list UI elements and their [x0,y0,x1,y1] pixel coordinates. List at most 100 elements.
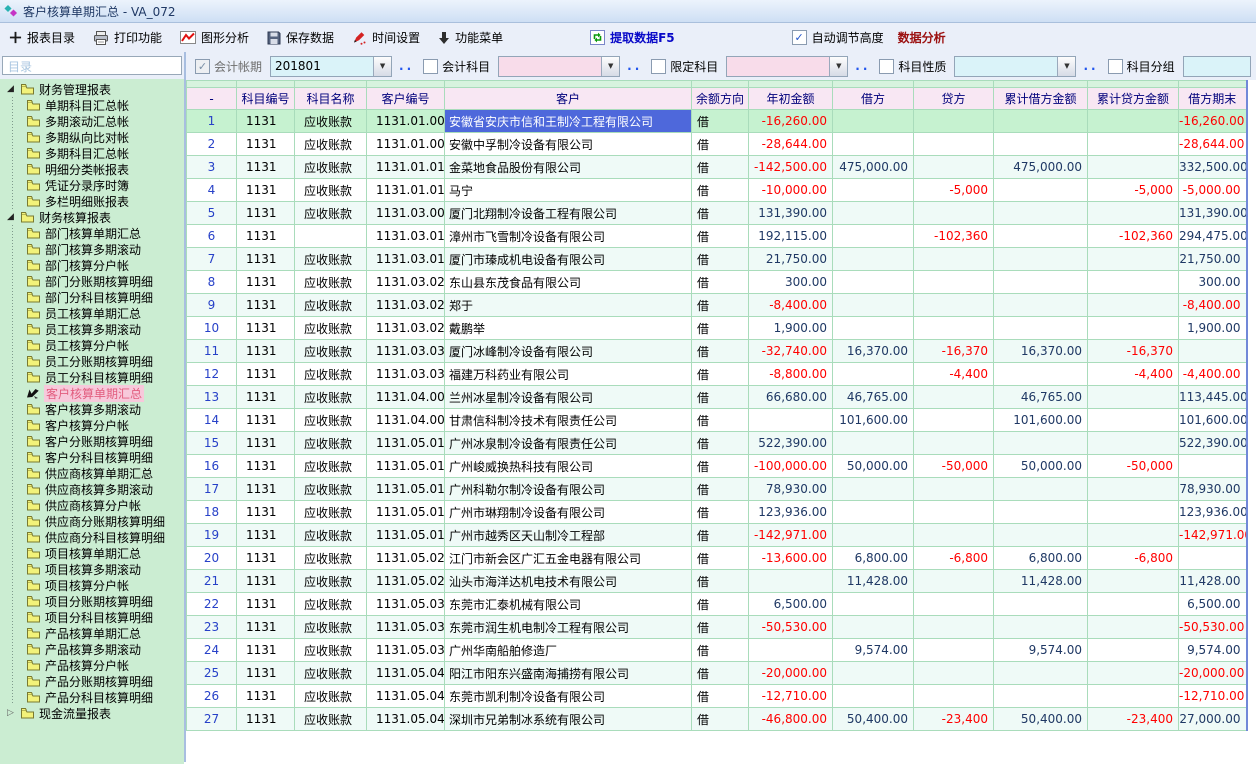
subject-code[interactable]: 1131 [237,547,295,570]
credit[interactable]: -4,400 [914,363,994,386]
cumulative-debit[interactable]: 11,428.00 [994,570,1088,593]
toolbar-button-3[interactable]: 图形分析 [180,29,249,46]
customer-name[interactable]: 深圳市兄弟制冰系统有限公司 [445,708,692,731]
credit[interactable] [914,110,994,133]
balance-direction[interactable]: 借 [692,340,749,363]
tree-item-客户分科目核算明细[interactable]: 客户分科目核算明细 [0,449,184,465]
initial-amount[interactable]: -13,600.00 [749,547,833,570]
cumulative-credit[interactable] [1088,202,1179,225]
balance-direction[interactable]: 借 [692,110,749,133]
tree-group-财务核算报表[interactable]: ◢财务核算报表 [0,209,184,225]
ending-debit[interactable]: 27,000.00 [1179,708,1247,731]
cumulative-credit[interactable] [1088,271,1179,294]
balance-direction[interactable]: 借 [692,432,749,455]
initial-amount[interactable]: 78,930.00 [749,478,833,501]
table-row-2[interactable]: 21131应收账款1131.01.003安徽中孚制冷设备有限公司借-28,644… [187,133,1247,156]
ending-debit[interactable]: -20,000.00 [1179,662,1247,685]
table-row-23[interactable]: 231131应收账款1131.05.035东莞市润生机电制冷工程有限公司借-50… [187,616,1247,639]
customer-code[interactable]: 1131.01.003 [367,133,445,156]
data-analysis-button[interactable]: 数据分析 [898,29,946,46]
credit[interactable] [914,202,994,225]
subject-code[interactable]: 1131 [237,202,295,225]
tree-item-供应商分账期核算明细[interactable]: 供应商分账期核算明细 [0,513,184,529]
subject-name[interactable]: 应收账款 [295,179,367,202]
filter-combo-value[interactable] [955,57,1057,76]
filter-more-button[interactable]: .. [855,59,870,73]
filter-combo-value[interactable] [727,57,829,76]
subject-code[interactable]: 1131 [237,570,295,593]
row-number[interactable]: 10 [187,317,237,340]
table-row-18[interactable]: 181131应收账款1131.05.018广州市琳翔制冷设备有限公司借123,9… [187,501,1247,524]
customer-code[interactable]: 1131.03.022 [367,271,445,294]
credit[interactable] [914,386,994,409]
customer-code[interactable]: 1131.03.008 [367,202,445,225]
initial-amount[interactable]: -142,500.00 [749,156,833,179]
cumulative-credit[interactable]: -5,000 [1088,179,1179,202]
subject-code[interactable]: 1131 [237,616,295,639]
cumulative-credit[interactable] [1088,156,1179,179]
directory-filter-input[interactable]: 目录 [2,56,182,75]
tree-item-员工分科目核算明细[interactable]: 员工分科目核算明细 [0,369,184,385]
toolbar-button-2[interactable]: 打印功能 [93,29,162,46]
customer-name[interactable]: 安徽省安庆市信和王制冷工程有限公司 [445,110,692,133]
row-number[interactable]: 16 [187,455,237,478]
credit[interactable]: -5,000 [914,179,994,202]
tree-item-部门分账期核算明细[interactable]: 部门分账期核算明细 [0,273,184,289]
customer-name[interactable]: 东莞市凯利制冷设备有限公司 [445,685,692,708]
chevron-down-icon[interactable]: ▼ [1057,57,1075,76]
subject-code[interactable]: 1131 [237,708,295,731]
cumulative-credit[interactable] [1088,685,1179,708]
customer-code[interactable]: 1131.05.019 [367,524,445,547]
filter-combo-value[interactable]: 201801 [271,57,373,76]
initial-amount[interactable]: -12,710.00 [749,685,833,708]
tree-item-部门分科目核算明细[interactable]: 部门分科目核算明细 [0,289,184,305]
row-number[interactable]: 4 [187,179,237,202]
cumulative-debit[interactable]: 101,600.00 [994,409,1088,432]
subject-name[interactable]: 应收账款 [295,409,367,432]
collapsed-arrow-icon[interactable]: ▷ [5,708,16,718]
cumulative-debit[interactable] [994,685,1088,708]
table-row-3[interactable]: 31131应收账款1131.01.011金菜地食品股份有限公司借-142,500… [187,156,1247,179]
ending-debit[interactable]: -12,710.00 [1179,685,1247,708]
table-row-19[interactable]: 191131应收账款1131.05.019广州市越秀区天山制冷工程部借-142,… [187,524,1247,547]
debit[interactable] [833,202,914,225]
debit[interactable] [833,524,914,547]
balance-direction[interactable]: 借 [692,133,749,156]
expanded-arrow-icon[interactable]: ◢ [5,212,16,222]
cumulative-debit[interactable]: 6,800.00 [994,547,1088,570]
ending-debit[interactable]: -4,400.00 [1179,363,1247,386]
customer-name[interactable]: 东山县东茂食品有限公司 [445,271,692,294]
debit[interactable]: 46,765.00 [833,386,914,409]
balance-direction[interactable]: 借 [692,501,749,524]
table-row-6[interactable]: 611311131.03.013漳州市飞雪制冷设备有限公司借192,115.00… [187,225,1247,248]
subject-code[interactable]: 1131 [237,225,295,248]
cumulative-credit[interactable]: -6,800 [1088,547,1179,570]
subject-name[interactable]: 应收账款 [295,685,367,708]
ending-debit[interactable]: 300.00 [1179,271,1247,294]
tree-item-多期科目汇总帐[interactable]: 多期科目汇总帐 [0,145,184,161]
balance-direction[interactable]: 借 [692,593,749,616]
toolbar-button-5[interactable]: 时间设置 [352,29,420,46]
balance-direction[interactable]: 借 [692,478,749,501]
customer-code[interactable]: 1131.03.030 [367,340,445,363]
cumulative-credit[interactable] [1088,570,1179,593]
debit[interactable] [833,685,914,708]
customer-name[interactable]: 广州市越秀区天山制冷工程部 [445,524,692,547]
customer-name[interactable]: 马宁 [445,179,692,202]
initial-amount[interactable] [749,409,833,432]
filter-combo-value[interactable] [1184,57,1250,76]
tree-item-员工分账期核算明细[interactable]: 员工分账期核算明细 [0,353,184,369]
tree-item-部门核算单期汇总[interactable]: 部门核算单期汇总 [0,225,184,241]
table-row-26[interactable]: 261131应收账款1131.05.042东莞市凯利制冷设备有限公司借-12,7… [187,685,1247,708]
row-number[interactable]: 12 [187,363,237,386]
tree-item-供应商核算多期滚动[interactable]: 供应商核算多期滚动 [0,481,184,497]
table-row-17[interactable]: 171131应收账款1131.05.013广州科勒尔制冷设备有限公司借78,93… [187,478,1247,501]
ending-debit[interactable]: 78,930.00 [1179,478,1247,501]
customer-code[interactable]: 1131.05.013 [367,478,445,501]
row-number[interactable]: 13 [187,386,237,409]
table-row-20[interactable]: 201131应收账款1131.05.023江门市新会区广汇五金电器有限公司借-1… [187,547,1247,570]
credit[interactable] [914,570,994,593]
debit[interactable] [833,432,914,455]
subject-code[interactable]: 1131 [237,593,295,616]
credit[interactable] [914,639,994,662]
